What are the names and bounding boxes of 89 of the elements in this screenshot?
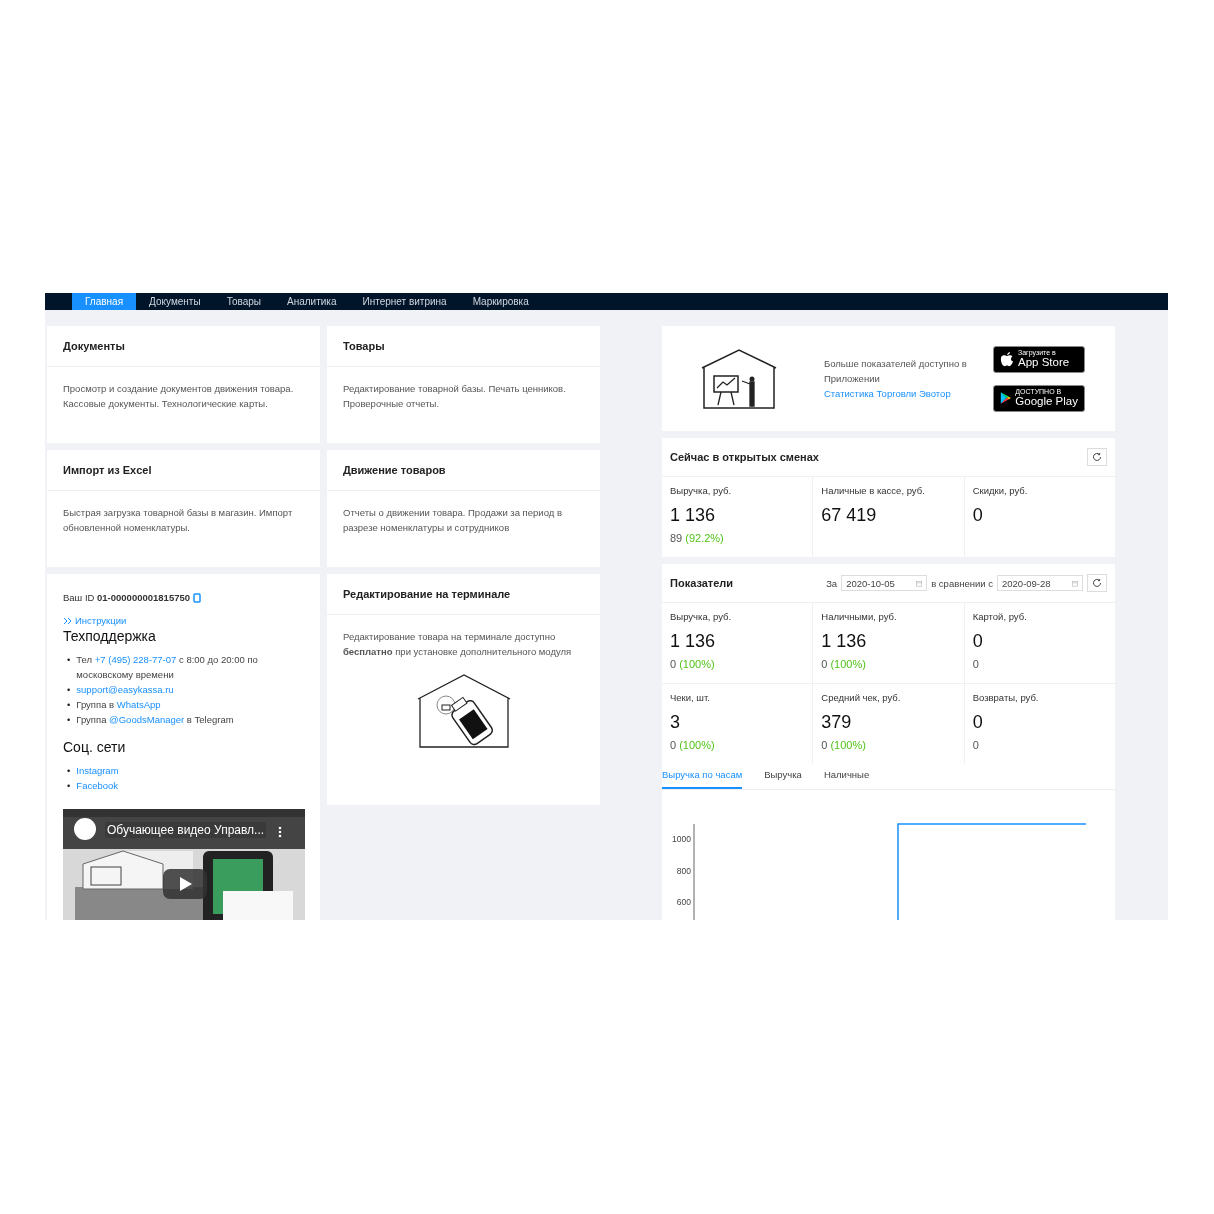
card-title: Документы: [47, 326, 320, 367]
card-text: Редактирование товара на терминале доступно бесплатно при установке дополнительного модуля: [342, 630, 573, 659]
support-item: Группа @GoodsManager в Telegram: [76, 713, 234, 727]
refresh-icon: [1092, 452, 1102, 462]
card-title: Товары: [327, 326, 600, 367]
video-title[interactable]: Обучающее видео Управл...: [105, 822, 267, 838]
panel-title: Показатели: [670, 577, 734, 589]
promo-text: Больше показателей доступно в Приложении Статистика Торговли Эвотор: [824, 356, 984, 401]
stat-label: Чеки, шт.: [670, 692, 711, 703]
support-item: Группа в WhatsApp: [76, 698, 161, 712]
support-item: Тел +7 (495) 228-77-07 с 8:00 до 20:00 по московскому времени: [76, 653, 259, 682]
stat-value: 67 419: [821, 505, 878, 526]
stat-value: 1 136: [670, 505, 717, 526]
double-chevron-icon: [63, 616, 72, 625]
card-title: Движение товаров: [327, 450, 600, 491]
calendar-icon: [916, 578, 923, 588]
stat-percent: (100%): [830, 739, 866, 751]
stat-change: 0: [821, 658, 828, 670]
stat-change: 0: [670, 658, 677, 670]
list-bullet: •: [67, 683, 71, 697]
nav-tab[interactable]: Аналитика: [274, 293, 350, 310]
chart-tab[interactable]: Наличные: [823, 764, 870, 789]
stat-value: 0: [972, 631, 984, 652]
list-bullet: •: [67, 713, 71, 727]
date-picker[interactable]: 2020-09-28: [997, 575, 1083, 591]
play-store-icon: [1000, 390, 1012, 406]
card-title: Редактирование на терминале: [327, 574, 600, 615]
copy-icon[interactable]: [193, 592, 201, 603]
list-bullet: •: [67, 764, 71, 778]
y-tick-label: 1000: [672, 834, 691, 844]
stat-label: Средний чек, руб.: [821, 692, 902, 703]
stat-change: 0: [821, 739, 828, 751]
stat-percent: (100%): [830, 658, 866, 670]
apple-icon: [1000, 351, 1014, 367]
stat-percent: (100%): [679, 739, 715, 751]
panel-title: Сейчас в открытых сменах: [670, 451, 819, 463]
stat-label: Наличными, руб.: [821, 611, 898, 622]
stat-label: Скидки, руб.: [972, 485, 1029, 496]
card[interactable]: Товары Редактирование товарной базы. Печать ценников. Проверочные отчеты.: [327, 326, 600, 443]
stat-percent: (92.2%): [685, 532, 724, 544]
stat-change: 89: [670, 532, 683, 544]
stat-value: 1 136: [821, 631, 868, 652]
refresh-button[interactable]: [1087, 574, 1107, 592]
play-icon[interactable]: [163, 869, 207, 899]
y-tick-label: 800: [676, 865, 691, 876]
channel-avatar-icon: [73, 817, 97, 841]
stat-value: 0: [972, 505, 984, 526]
store-name: Google Play: [1015, 396, 1078, 408]
stat-label: Выручка, руб.: [670, 611, 733, 622]
compare-label: в сравнении с: [931, 577, 993, 589]
store-name: App Store: [1018, 357, 1070, 369]
stat-label: Возвраты, руб.: [972, 692, 1040, 703]
stat-change: 0: [670, 739, 677, 751]
nav-tab[interactable]: Документы: [136, 293, 214, 310]
stat-label: Картой, руб.: [972, 611, 1028, 622]
stat-percent: (100%): [679, 658, 715, 670]
section-title: Соц. сети: [63, 739, 127, 755]
stat-label: Выручка, руб.: [670, 485, 733, 496]
card-text: Просмотр и создание документов движения товара. Кассовые документы. Технологические карты.: [62, 382, 295, 411]
stat-value: 1 136: [670, 631, 717, 652]
card[interactable]: Движение товаров Отчеты о движении товара. Продажи за период в разрезе номенклатуры и сотрудников: [327, 450, 600, 567]
refresh-button[interactable]: [1087, 448, 1107, 466]
stat-change: 0: [972, 739, 979, 751]
stat-value: 3: [670, 712, 681, 733]
y-tick-label: 600: [676, 897, 691, 907]
nav-tab[interactable]: Интернет витрина: [349, 293, 460, 310]
calendar-icon: [1072, 578, 1078, 588]
more-icon[interactable]: [278, 826, 282, 838]
list-bullet: •: [67, 698, 71, 712]
section-title: Техподдержка: [63, 628, 157, 644]
stat-value: 379: [821, 712, 853, 733]
stat-change: 0: [972, 658, 979, 670]
stat-label: Наличные в кассе, руб.: [821, 485, 926, 496]
card[interactable]: Документы Просмотр и создание документов движения товара. Кассовые документы. Технологические карты.: [47, 326, 320, 443]
card-text: Редактирование товарной базы. Печать ценников. Проверочные отчеты.: [342, 382, 567, 411]
stat-value: 0: [972, 712, 984, 733]
id-label: Ваш ID 01-000000001815750: [63, 592, 190, 603]
date-picker[interactable]: 2020-10-05: [841, 575, 928, 591]
nav-tab[interactable]: Маркировка: [459, 293, 542, 310]
date-label: За: [826, 577, 838, 589]
refresh-icon: [1092, 578, 1102, 588]
list-bullet: •: [67, 653, 71, 667]
nav-tab[interactable]: Товары: [213, 293, 275, 310]
card-title: Импорт из Excel: [47, 450, 320, 491]
list-bullet: •: [67, 779, 71, 793]
card-text: Отчеты о движении товара. Продажи за период в разрезе номенклатуры и сотрудников: [342, 506, 563, 535]
card[interactable]: Импорт из Excel Быстрая загрузка товарной базы в магазин. Импорт обновленной номенклатуры.: [47, 450, 320, 567]
card-text: Быстрая загрузка товарной базы в магазин. Импорт обновленной номенклатуры.: [62, 506, 294, 535]
chart-tab[interactable]: Выручка: [764, 764, 802, 789]
